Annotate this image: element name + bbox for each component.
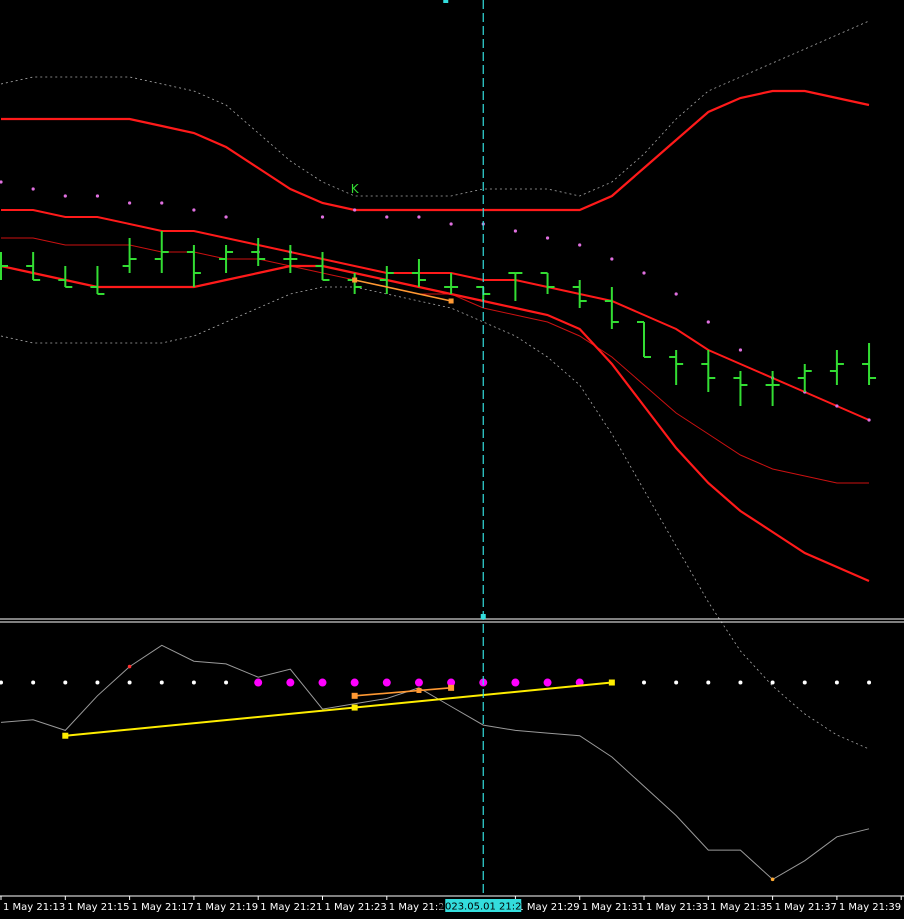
level-dot bbox=[867, 680, 872, 685]
level-dot bbox=[738, 680, 743, 685]
level-dot-highlighted bbox=[382, 678, 391, 687]
level-dot bbox=[802, 680, 807, 685]
x-axis-tick-label: 1 May 21:15 bbox=[67, 902, 129, 913]
level-dot-highlighted bbox=[318, 678, 327, 687]
indicator-trendline-yellow-anchor[interactable] bbox=[62, 732, 69, 739]
x-axis-tick-label: 1 May 21:37 bbox=[775, 902, 837, 913]
sar-dot bbox=[385, 215, 389, 219]
sar-dot bbox=[513, 229, 518, 233]
x-axis-tick-label: 1 May 21:19 bbox=[196, 902, 258, 913]
level-dot bbox=[642, 680, 646, 685]
sar-dot bbox=[578, 243, 582, 247]
x-axis-tick-label: 1 May 21:17 bbox=[132, 902, 194, 913]
level-dot bbox=[95, 680, 100, 685]
sar-dot bbox=[867, 418, 871, 422]
level-dot bbox=[63, 680, 68, 685]
x-axis-tick-label: 1 May 21:35 bbox=[710, 902, 772, 913]
indicator-trendline-orange-anchor[interactable] bbox=[351, 692, 358, 699]
sar-dot bbox=[642, 271, 646, 275]
sar-dot bbox=[610, 257, 614, 261]
level-dot bbox=[706, 680, 711, 685]
x-axis-tick-label: 1 May 21:23 bbox=[325, 902, 387, 913]
cursor-top-marker bbox=[443, 0, 449, 3]
sar-dot bbox=[353, 208, 357, 212]
level-dot bbox=[674, 680, 679, 685]
level-dot bbox=[224, 680, 229, 685]
cursor-separator-marker bbox=[480, 614, 486, 619]
level-dot bbox=[770, 680, 775, 685]
level-dot-highlighted bbox=[543, 678, 552, 687]
price-trendline-anchor[interactable] bbox=[448, 298, 454, 304]
level-dot bbox=[31, 680, 36, 685]
level-dot-highlighted bbox=[254, 678, 263, 687]
cursor-time-label: 2023.05.01 21:28 bbox=[439, 902, 528, 913]
sar-dot bbox=[224, 215, 228, 219]
sar-dot bbox=[31, 187, 35, 191]
sar-dot bbox=[706, 320, 710, 324]
sar-dot bbox=[674, 292, 678, 296]
indicator-trendline-yellow-mid-anchor[interactable] bbox=[351, 704, 358, 711]
indicator-trendline-orange-mid-anchor[interactable] bbox=[416, 688, 422, 693]
sar-dot bbox=[192, 208, 196, 212]
level-dot bbox=[127, 680, 132, 685]
price-trendline-anchor[interactable] bbox=[352, 277, 358, 283]
x-axis-tick-label: 1 May 21:39 bbox=[839, 902, 901, 913]
level-dot bbox=[191, 680, 196, 685]
x-axis-tick-label: 1 May 21:33 bbox=[646, 902, 708, 913]
sar-dot bbox=[417, 215, 421, 219]
sar-dot bbox=[63, 194, 67, 198]
sar-dot bbox=[738, 348, 743, 352]
level-dot-highlighted bbox=[511, 678, 520, 687]
level-dot-highlighted bbox=[414, 678, 423, 687]
sar-dot bbox=[835, 404, 839, 408]
indicator-extreme-dot bbox=[770, 877, 775, 882]
trading-chart[interactable]: K 1 May 21:13 1 May 21:15 1 May 21:17 1 May… bbox=[0, 0, 904, 919]
sar-dot bbox=[128, 201, 132, 205]
sar-dot bbox=[95, 194, 100, 198]
k-marker-label: K bbox=[351, 182, 360, 196]
indicator-trendline-orange-anchor[interactable] bbox=[448, 684, 455, 691]
x-axis-tick-label: 1 May 21:21 bbox=[260, 902, 322, 913]
indicator-extreme-dot bbox=[127, 664, 132, 669]
level-dot-highlighted bbox=[286, 678, 295, 687]
sar-dot bbox=[449, 222, 453, 226]
level-dot-highlighted bbox=[350, 678, 359, 687]
sar-dot bbox=[160, 201, 164, 205]
chart-background bbox=[0, 0, 904, 919]
x-axis-tick-label: 1 May 21:13 bbox=[3, 902, 65, 913]
sar-dot bbox=[545, 236, 550, 240]
indicator-trendline-yellow-anchor[interactable] bbox=[608, 679, 615, 686]
level-dot bbox=[159, 680, 164, 685]
sar-dot bbox=[320, 215, 325, 219]
level-dot bbox=[834, 680, 839, 685]
x-axis-tick-label: 1 May 21:31 bbox=[582, 902, 644, 913]
